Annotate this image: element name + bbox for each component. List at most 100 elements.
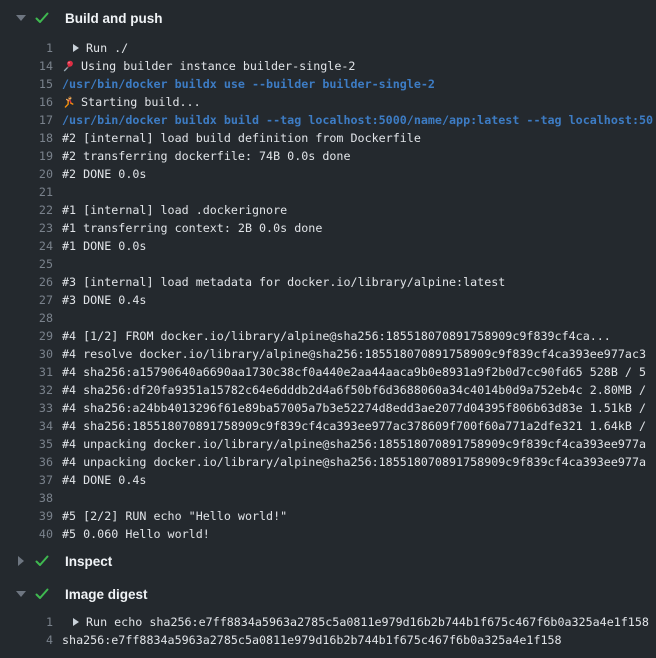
log-line: 14 Using builder instance builder-single… [0,57,656,75]
line-number[interactable]: 16 [0,93,53,111]
log-text-content: #4 unpacking docker.io/library/alpine@sh… [62,455,646,469]
log-line: 28 [0,309,656,327]
log-text: Run echo sha256:e7ff8834a5963a2785c5a081… [62,613,656,631]
log-text-content: #4 [1/2] FROM docker.io/library/alpine@s… [62,329,611,343]
section-title: Inspect [65,554,112,569]
log-text: #4 DONE 0.4s [62,471,656,489]
line-number[interactable]: 36 [0,453,53,471]
section-header-image-digest[interactable]: Image digest [0,584,656,604]
chevron-down-icon[interactable] [16,591,26,597]
log-text-content: #5 0.060 Hello world! [62,527,210,541]
log-text-content: #2 transferring dockerfile: 74B 0.0s don… [62,149,351,163]
log-text: sha256:e7ff8834a5963a2785c5a0811e979d16b… [62,631,656,649]
log-text-content: #4 resolve docker.io/library/alpine@sha2… [62,347,646,361]
log-text: #4 resolve docker.io/library/alpine@sha2… [62,345,656,363]
log-text-content: #3 [internal] load metadata for docker.i… [62,275,505,289]
line-number[interactable]: 26 [0,273,53,291]
log-text: #5 [2/2] RUN echo "Hello world!" [62,507,656,525]
line-number[interactable]: 32 [0,381,53,399]
line-number[interactable]: 20 [0,165,53,183]
log-line: 24 #1 DONE 0.0s [0,237,656,255]
line-number[interactable]: 21 [0,183,53,201]
success-check-icon [35,12,49,24]
log-text-content: /usr/bin/docker buildx use --builder bui… [62,77,435,91]
line-number[interactable]: 18 [0,129,53,147]
section-header-build-and-push[interactable]: Build and push [0,8,656,28]
log-line: 40 #5 0.060 Hello world! [0,525,656,543]
log-text-content: #4 unpacking docker.io/library/alpine@sh… [62,437,646,451]
log-line: 22#1 [internal] load .dockerignore [0,201,656,219]
success-check-icon [35,555,49,567]
chevron-down-icon[interactable] [16,15,26,21]
log-lines: 1 Run ./14 Using builder instance builder… [0,28,656,551]
line-number[interactable]: 22 [0,201,53,219]
log-text [62,255,656,273]
line-number[interactable]: 38 [0,489,53,507]
log-line: 31 #4 sha256:a15790640a6690aa1730c38cf0a4… [0,363,656,381]
log-line: 1 Run echo sha256:e7ff8834a5963a2785c5a08… [0,613,656,631]
log-line: 32#4 sha256:df20fa9351a15782c64e6dddb2d4… [0,381,656,399]
line-number[interactable]: 27 [0,291,53,309]
line-number[interactable]: 40 [0,525,53,543]
line-number[interactable]: 30 [0,345,53,363]
log-text: Starting build... [62,93,656,111]
log-lines: 1 Run echo sha256:e7ff8834a5963a2785c5a08… [0,604,656,649]
expand-toggle-icon[interactable] [73,44,79,52]
log-line: 19 #2 transferring dockerfile: 74B 0.0s d… [0,147,656,165]
log-text-content: #4 sha256:a24bb4013296f61e89ba57005a7b3e… [62,401,646,415]
success-check-icon [35,588,49,600]
section-build-and-push: Build and push 1 Run ./14 Using builder i… [0,8,656,551]
log-text: #1 transferring context: 2B 0.0s done [62,219,656,237]
line-number[interactable]: 29 [0,327,53,345]
log-text: #1 DONE 0.0s [62,237,656,255]
log-text-content: #1 DONE 0.0s [62,239,146,253]
log-text: #2 transferring dockerfile: 74B 0.0s don… [62,147,656,165]
log-line: 33 #4 sha256:a24bb4013296f61e89ba57005a7b… [0,399,656,417]
expand-toggle-icon[interactable] [73,618,79,626]
log-text [62,183,656,201]
line-number[interactable]: 15 [0,75,53,93]
log-line: 21 [0,183,656,201]
chevron-box[interactable] [15,591,27,597]
log-text-content: #4 sha256:185518070891758909c9f839cf4ca3… [62,419,646,433]
line-number[interactable]: 19 [0,147,53,165]
line-number[interactable]: 37 [0,471,53,489]
log-text: #4 unpacking docker.io/library/alpine@sh… [62,453,656,471]
log-text [62,489,656,507]
log-line: 29 #4 [1/2] FROM docker.io/library/alpine… [0,327,656,345]
log-command-text: /usr/bin/docker buildx use --builder bui… [62,75,656,93]
section-inspect: Inspect [0,551,656,571]
line-number[interactable]: 34 [0,417,53,435]
line-number[interactable]: 1 [0,613,53,631]
log-text-content: Starting build... [81,95,201,109]
log-text-content: #4 sha256:a15790640a6690aa1730c38cf0a440… [62,365,646,379]
line-number[interactable]: 28 [0,309,53,327]
runner-icon [62,96,74,108]
log-text-content: sha256:e7ff8834a5963a2785c5a0811e979d16b… [62,633,562,647]
log-text-content: #5 [2/2] RUN echo "Hello world!" [62,509,287,523]
log-text-content: #4 DONE 0.4s [62,473,146,487]
line-number[interactable]: 4 [0,631,53,649]
section-title: Image digest [65,587,148,602]
line-number[interactable]: 33 [0,399,53,417]
line-number[interactable]: 24 [0,237,53,255]
line-number[interactable]: 17 [0,111,53,129]
log-command-text: /usr/bin/docker buildx build --tag local… [62,111,656,129]
line-number[interactable]: 31 [0,363,53,381]
chevron-right-icon[interactable] [18,556,24,566]
section-header-inspect[interactable]: Inspect [0,551,656,571]
line-number[interactable]: 39 [0,507,53,525]
chevron-box[interactable] [15,556,27,566]
chevron-box[interactable] [15,15,27,21]
log-line: 1 Run ./ [0,39,656,57]
line-number[interactable]: 35 [0,435,53,453]
line-number[interactable]: 14 [0,57,53,75]
log-text: #4 [1/2] FROM docker.io/library/alpine@s… [62,327,656,345]
log-line: 16 Starting build... [0,93,656,111]
line-number[interactable]: 25 [0,255,53,273]
log-line: 38 [0,489,656,507]
line-number[interactable]: 1 [0,39,53,57]
log-line: 20#2 DONE 0.0s [0,165,656,183]
line-number[interactable]: 23 [0,219,53,237]
log-text: Run ./ [62,39,656,57]
